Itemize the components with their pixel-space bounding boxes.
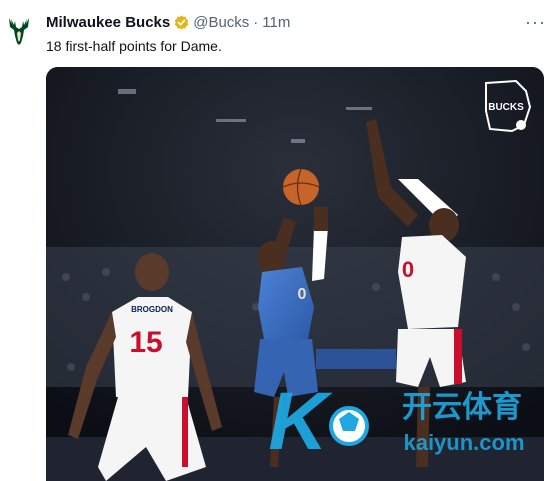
author-handle[interactable]: @Bucks [193, 14, 249, 31]
watermark-url: kaiyun.com [403, 430, 524, 455]
shooter-number: 0 [298, 286, 307, 303]
left-defender-name: BROGDON [131, 305, 173, 314]
author-name[interactable]: Milwaukee Bucks [46, 14, 170, 31]
watermark-cn-text: 开云体育 [402, 390, 522, 425]
tweet-header: Milwaukee Bucks @Bucks · 11m [46, 14, 290, 31]
left-defender-number: 15 [129, 326, 162, 359]
verified-badge-icon [174, 15, 189, 30]
tweet-timestamp[interactable]: 11m [262, 14, 290, 31]
tweet-media-image[interactable]: BROGDON 15 0 0 BUCKS K 开云体育 kaiyun.com [46, 67, 544, 481]
logo-text: BUCKS [488, 102, 524, 113]
basketball [283, 169, 319, 205]
right-defender-number: 0 [402, 257, 414, 282]
bucks-avatar[interactable] [6, 16, 32, 46]
separator-dot: · [253, 14, 259, 31]
deer-logo-icon [9, 18, 29, 45]
basketball-scene: BROGDON 15 0 0 BUCKS K 开云体育 kaiyun.com [46, 67, 544, 481]
more-options-icon[interactable]: ··· [525, 12, 546, 33]
watermark-logo-letter: K [268, 376, 333, 467]
tweet-text: 18 first-half points for Dame. [46, 38, 222, 54]
